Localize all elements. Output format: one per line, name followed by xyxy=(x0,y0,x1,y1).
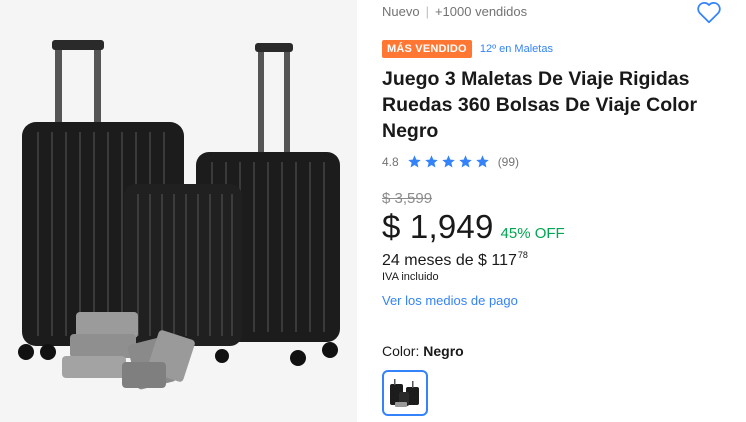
discount-label: 45% OFF xyxy=(500,225,565,242)
color-variation-label: Color: Negro xyxy=(382,343,464,359)
payment-methods-link[interactable]: Ver los medios de pago xyxy=(382,293,518,308)
product-title: Juego 3 Maletas De Viaje Rigidas Ruedas … xyxy=(382,68,698,142)
condition-label: Nuevo xyxy=(382,4,420,19)
star-icon xyxy=(424,155,438,168)
price-row: $ 1,949 45% OFF xyxy=(382,208,565,246)
product-subtitle: Nuevo | +1000 vendidos xyxy=(382,4,527,19)
star-icon xyxy=(441,155,455,168)
swatch-thumbnail xyxy=(390,379,419,407)
favorite-button[interactable] xyxy=(696,0,722,24)
heart-outline-icon xyxy=(697,1,721,24)
review-count: (99) xyxy=(497,154,520,169)
installments-cents: 78 xyxy=(517,250,528,260)
rating-score: 4.8 xyxy=(382,154,399,169)
luggage-set-illustration xyxy=(18,40,340,390)
rating-row[interactable]: 4.8 (99) xyxy=(382,154,519,169)
current-price: $ 1,949 xyxy=(382,208,494,245)
star-icon xyxy=(407,155,421,168)
best-seller-badge: MÁS VENDIDO xyxy=(382,40,472,58)
selected-color: Negro xyxy=(423,343,464,359)
rating-stars xyxy=(407,154,492,169)
highlight-row: MÁS VENDIDO 12º en Maletas xyxy=(382,40,553,58)
installments-amount: 24 meses de $ 117 xyxy=(382,252,517,269)
product-info: Nuevo | +1000 vendidos MÁS VENDIDO 12º en … xyxy=(382,0,732,422)
sold-count: +1000 vendidos xyxy=(434,4,528,19)
star-icon xyxy=(475,155,489,168)
color-swatch-negro[interactable] xyxy=(382,370,428,416)
category-ranking-link[interactable]: 12º en Maletas xyxy=(480,43,553,55)
small-suitcase xyxy=(124,184,242,363)
installments-info: 24 meses de $ 11778 xyxy=(382,250,528,270)
product-image[interactable] xyxy=(0,0,357,422)
star-icon xyxy=(458,155,472,168)
subtitle-separator: | xyxy=(425,4,429,19)
original-price: $ 3,599 xyxy=(382,190,433,207)
tax-note: IVA incluido xyxy=(382,271,439,283)
color-label-text: Color: xyxy=(382,343,420,359)
